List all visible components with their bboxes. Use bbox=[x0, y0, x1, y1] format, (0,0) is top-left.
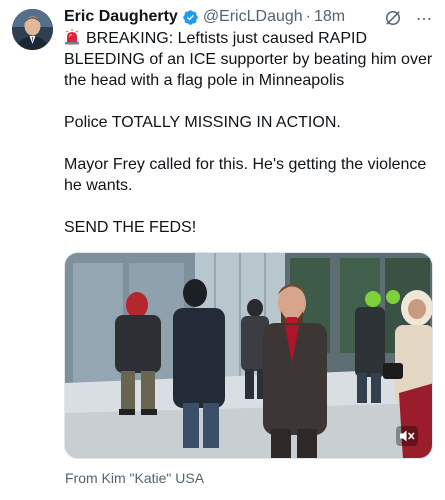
media-source-attribution[interactable]: From Kim "Katie" USA bbox=[65, 470, 204, 486]
author-handle[interactable]: @EricLDaugh bbox=[203, 8, 303, 26]
more-icon[interactable]: ⋯ bbox=[416, 9, 433, 29]
volume-muted-icon[interactable] bbox=[396, 426, 418, 446]
tweet-video[interactable] bbox=[64, 252, 433, 459]
siren-emoji-icon bbox=[65, 29, 79, 45]
author-name[interactable]: Eric Daugherty bbox=[64, 8, 178, 26]
separator-dot: · bbox=[305, 8, 311, 25]
video-frame bbox=[65, 253, 432, 458]
tweet-header: Eric Daugherty @EricLDaugh · 18m ⋯ bbox=[64, 7, 433, 29]
verified-badge-icon bbox=[183, 9, 198, 25]
tweet-line-1-text: BREAKING: Leftists just caused RAPID BLE… bbox=[64, 30, 433, 89]
tweet-timestamp[interactable]: 18m bbox=[314, 8, 345, 26]
tweet-line-4: SEND THE FEDS! bbox=[64, 219, 197, 236]
avatar[interactable] bbox=[12, 9, 53, 50]
avatar-photo bbox=[12, 9, 53, 50]
tweet-text: BREAKING: Leftists just caused RAPID BLE… bbox=[64, 28, 434, 238]
tweet-line-2: Police TOTALLY MISSING IN ACTION. bbox=[64, 114, 341, 131]
tweet-line-1: BREAKING: Leftists just caused RAPID BLE… bbox=[64, 28, 434, 91]
grok-icon[interactable] bbox=[383, 8, 403, 28]
tweet-line-3: Mayor Frey called for this. He's getting… bbox=[64, 156, 427, 194]
